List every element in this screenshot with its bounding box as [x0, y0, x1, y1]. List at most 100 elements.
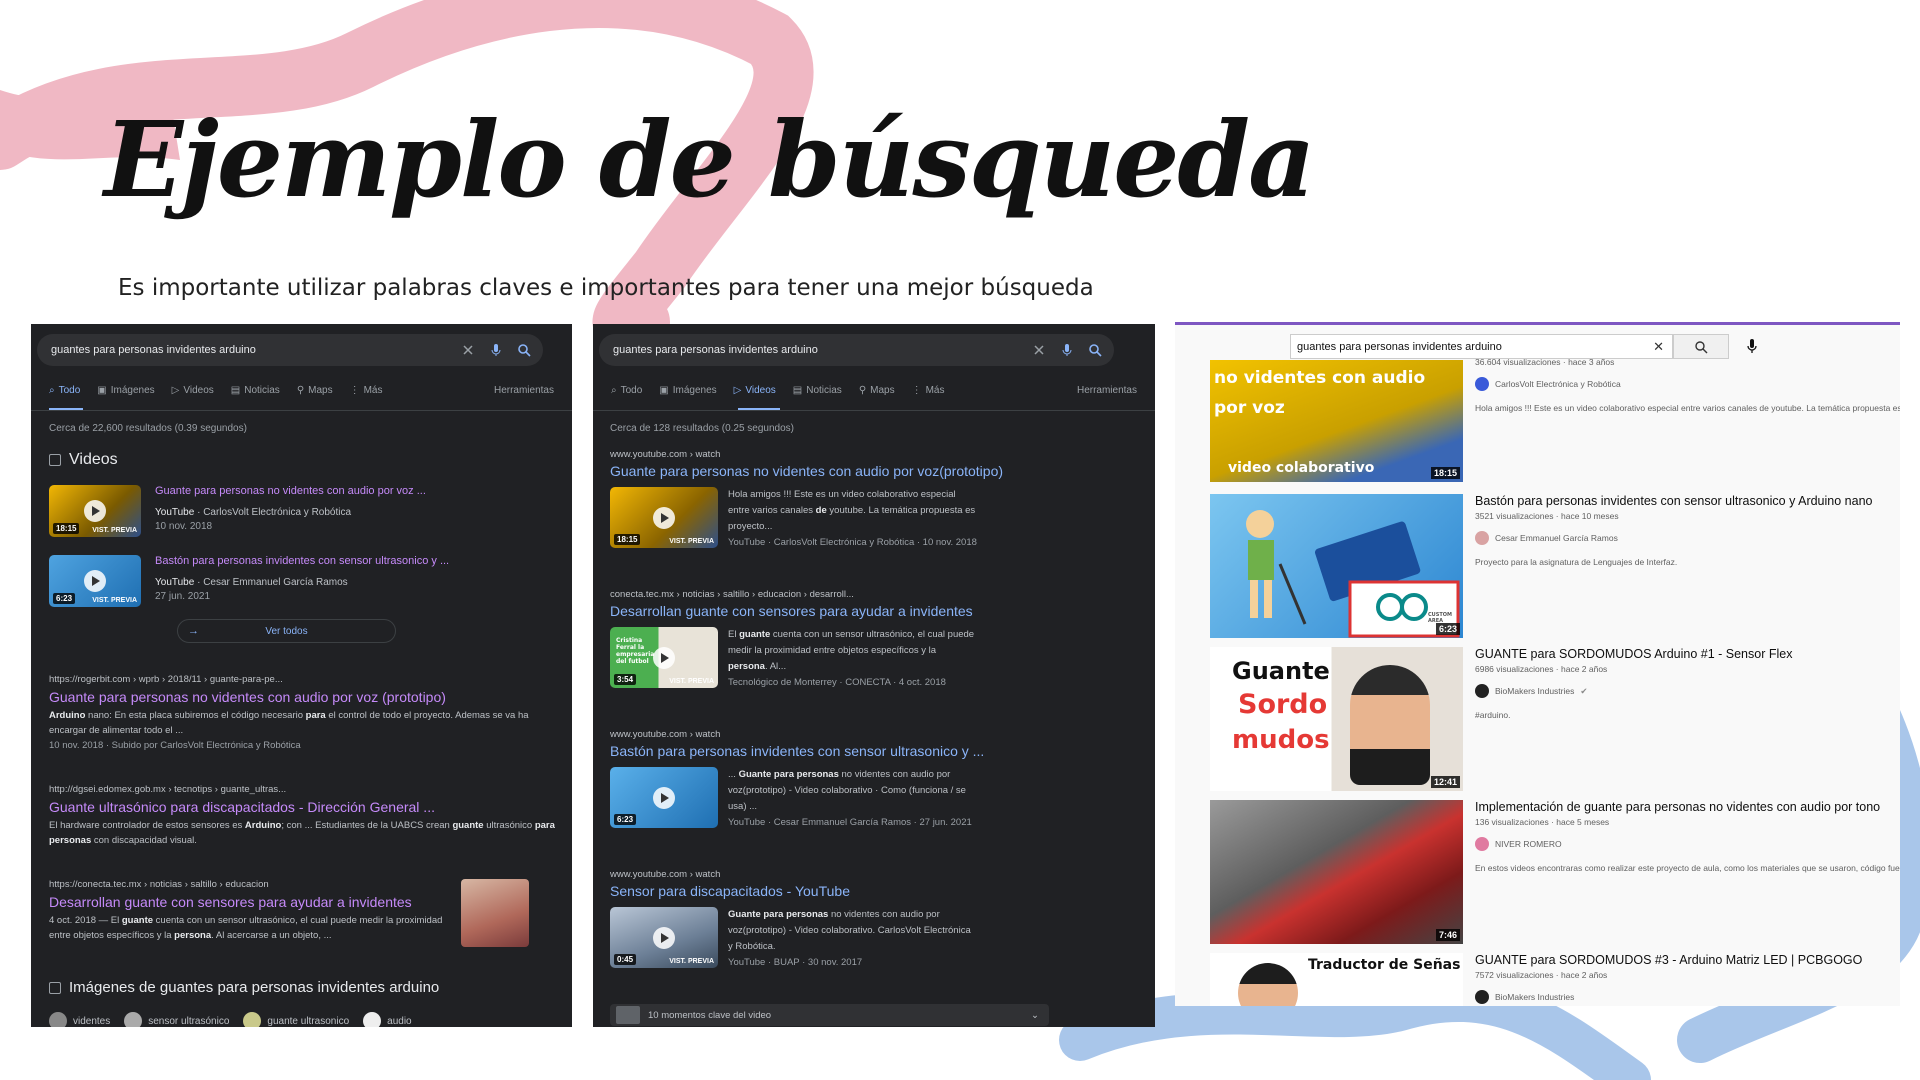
clear-icon[interactable]	[1032, 343, 1046, 357]
result-url[interactable]: www.youtube.com › watch	[610, 869, 1135, 880]
video-duration: 18:15	[53, 523, 80, 534]
clear-icon[interactable]: ✕	[1653, 339, 1664, 355]
map-pin-icon: ⚲	[296, 384, 305, 396]
microphone-icon[interactable]	[1060, 343, 1074, 357]
google-search-panel-videos: guantes para personas invidentes arduino…	[593, 324, 1155, 1027]
result-title[interactable]: Guante para personas no videntes con aud…	[610, 463, 1135, 479]
tab-maps[interactable]: ⚲ Maps	[859, 385, 895, 396]
youtube-video-row[interactable]: 7:46 Implementación de guante para perso…	[1210, 800, 1900, 946]
video-thumbnail[interactable]: 18:15 VIST. PREVIA	[49, 485, 141, 537]
microphone-icon[interactable]	[1745, 338, 1759, 354]
video-title[interactable]: Guante para personas no videntes con aud…	[155, 485, 426, 497]
channel-link[interactable]: CarlosVolt Electrónica y Robótica	[1475, 377, 1900, 391]
image-chip[interactable]: sensor ultrasónico	[124, 1012, 229, 1027]
result-image[interactable]	[461, 879, 529, 947]
video-card[interactable]: 6:23 VIST. PREVIA Bastón para personas i…	[49, 555, 529, 611]
see-all-button[interactable]: → Ver todos	[177, 619, 396, 643]
video-title[interactable]: Bastón para personas invidentes con sens…	[155, 555, 449, 567]
search-icon[interactable]	[1088, 343, 1102, 357]
video-thumbnail[interactable]: 0:45 VIST. PREVIA	[610, 907, 718, 968]
video-duration: 3:54	[614, 674, 637, 685]
result-title[interactable]: Guante para personas no videntes con aud…	[49, 689, 559, 705]
video-info: GUANTE para SORDOMUDOS #3 - Arduino Matr…	[1475, 953, 1900, 1004]
key-moments-expander[interactable]: 10 momentos clave del video ⌄	[610, 1004, 1049, 1026]
channel-link[interactable]: Cesar Emmanuel García Ramos	[1475, 531, 1900, 545]
video-thumbnail[interactable]: 7:46	[1210, 800, 1463, 944]
result-title[interactable]: Guante ultrasónico para discapacitados -…	[49, 799, 559, 815]
chevron-down-icon: ⌄	[1031, 1009, 1039, 1021]
result-url[interactable]: conecta.tec.mx › noticias › saltillo › e…	[610, 589, 1135, 600]
tab-maps[interactable]: ⚲ Maps	[297, 385, 333, 396]
result-url[interactable]: http://dgsei.edomex.gob.mx › tecnotips ›…	[49, 784, 559, 795]
result-title[interactable]: Desarrollan guante con sensores para ayu…	[610, 603, 1135, 619]
microphone-icon[interactable]	[489, 343, 503, 357]
youtube-search-query[interactable]: guantes para personas invidentes arduino	[1297, 341, 1502, 353]
video-card[interactable]: 18:15 VIST. PREVIA Guante para personas …	[49, 485, 529, 541]
video-thumbnail[interactable]: Traductor de Señas	[1210, 953, 1463, 1006]
result-title[interactable]: Desarrollan guante con sensores para ayu…	[49, 894, 449, 910]
tab-videos[interactable]: ▷ Videos	[172, 385, 214, 396]
video-title[interactable]: GUANTE para SORDOMUDOS Arduino #1 - Sens…	[1475, 647, 1900, 661]
video-views: 6986 visualizaciones · hace 2 años	[1475, 664, 1608, 674]
result-stats: Cerca de 22,600 resultados (0.39 segundo…	[49, 423, 247, 434]
images-section-heading: Imágenes de guantes para personas invide…	[49, 979, 439, 996]
video-channel: Cesar Emmanuel García Ramos	[203, 577, 348, 588]
search-query[interactable]: guantes para personas invidentes arduino	[613, 344, 1018, 356]
tab-images[interactable]: ▣ Imágenes	[97, 385, 154, 396]
video-thumbnail[interactable]: 6:23	[610, 767, 718, 828]
result-url[interactable]: www.youtube.com › watch	[610, 449, 1135, 460]
video-duration: 7:46	[1435, 929, 1460, 941]
channel-link[interactable]: NIVER ROMERO	[1475, 837, 1900, 851]
person-figure	[1238, 963, 1298, 1006]
video-thumbnail[interactable]: 18:15 VIST. PREVIA	[610, 487, 718, 548]
video-title[interactable]: Implementación de guante para personas n…	[1475, 800, 1900, 814]
search-query[interactable]: guantes para personas invidentes arduino	[51, 344, 447, 356]
video-thumbnail[interactable]: no videntes con audio por voz video cola…	[1210, 360, 1463, 482]
video-thumbnail[interactable]: Guante Sordo mudos 12:41	[1210, 647, 1463, 791]
tab-more[interactable]: ⋮ Más	[350, 385, 383, 396]
tab-images[interactable]: ▣ Imágenes	[659, 385, 716, 396]
tools-button[interactable]: Herramientas	[494, 385, 554, 396]
video-thumbnail[interactable]: 6:23 VIST. PREVIA	[49, 555, 141, 607]
tab-news[interactable]: ▤ Noticias	[231, 385, 280, 396]
youtube-video-row[interactable]: no videntes con audio por voz video cola…	[1210, 357, 1900, 510]
video-duration: 12:41	[1430, 776, 1460, 788]
youtube-video-row[interactable]: Guante Sordo mudos 12:41 GUANTE para SOR…	[1210, 647, 1900, 793]
image-chip[interactable]: videntes	[49, 1012, 110, 1027]
play-icon	[84, 570, 106, 592]
result-stats: Cerca de 128 resultados (0.25 segundos)	[610, 423, 795, 434]
tab-all[interactable]: ⌕ Todo	[611, 385, 642, 396]
tab-videos[interactable]: ▷ Videos	[734, 385, 776, 396]
youtube-video-row[interactable]: CUSTOM AREA 6:23 Bastón para personas in…	[1210, 494, 1900, 640]
result-title[interactable]: Bastón para personas invidentes con sens…	[610, 743, 1135, 759]
video-icon: ▷	[733, 384, 742, 396]
result-url[interactable]: www.youtube.com › watch	[610, 729, 1135, 740]
channel-link[interactable]: BioMakers Industries	[1475, 990, 1900, 1004]
video-description: Hola amigos !!! Este es un video colabor…	[1475, 403, 1900, 413]
video-title[interactable]: GUANTE para SORDOMUDOS #3 - Arduino Matr…	[1475, 953, 1900, 967]
video-info: GUANTE para SORDOMUDOS Arduino #1 - Sens…	[1475, 647, 1900, 720]
image-chip[interactable]: guante ultrasonico	[243, 1012, 349, 1027]
search-icon[interactable]	[517, 343, 531, 357]
channel-link[interactable]: BioMakers Industries ✔	[1475, 684, 1900, 698]
image-chip[interactable]: audio	[363, 1012, 412, 1027]
tabs-divider	[593, 410, 1155, 411]
tab-all[interactable]: ⌕ Todo	[49, 385, 80, 396]
slide-subtitle: Es importante utilizar palabras claves e…	[118, 275, 1094, 301]
tab-more[interactable]: ⋮ Más	[912, 385, 945, 396]
result-url[interactable]: https://conecta.tec.mx › noticias › salt…	[49, 879, 449, 890]
result-url[interactable]: https://rogerbit.com › wprb › 2018/11 › …	[49, 674, 559, 685]
result-snippet: 4 oct. 2018 — El guante cuenta con un se…	[49, 915, 443, 941]
video-duration: 18:15	[1430, 467, 1460, 479]
tab-news[interactable]: ▤ Noticias	[793, 385, 842, 396]
clear-icon[interactable]	[461, 343, 475, 357]
search-box[interactable]: guantes para personas invidentes arduino	[37, 334, 543, 366]
youtube-video-row[interactable]: Traductor de Señas GUANTE para SORDOMUDO…	[1210, 953, 1900, 1006]
tools-button[interactable]: Herramientas	[1077, 385, 1137, 396]
search-box[interactable]: guantes para personas invidentes arduino	[599, 334, 1114, 366]
video-thumbnail[interactable]: Cristina Ferral la empresaria del futbol…	[610, 627, 718, 688]
video-thumbnail[interactable]: CUSTOM AREA 6:23	[1210, 494, 1463, 638]
video-title[interactable]: Bastón para personas invidentes con sens…	[1475, 494, 1900, 508]
result-title[interactable]: Sensor para discapacitados - YouTube	[610, 883, 1135, 899]
verified-icon: ✔	[1580, 685, 1588, 696]
